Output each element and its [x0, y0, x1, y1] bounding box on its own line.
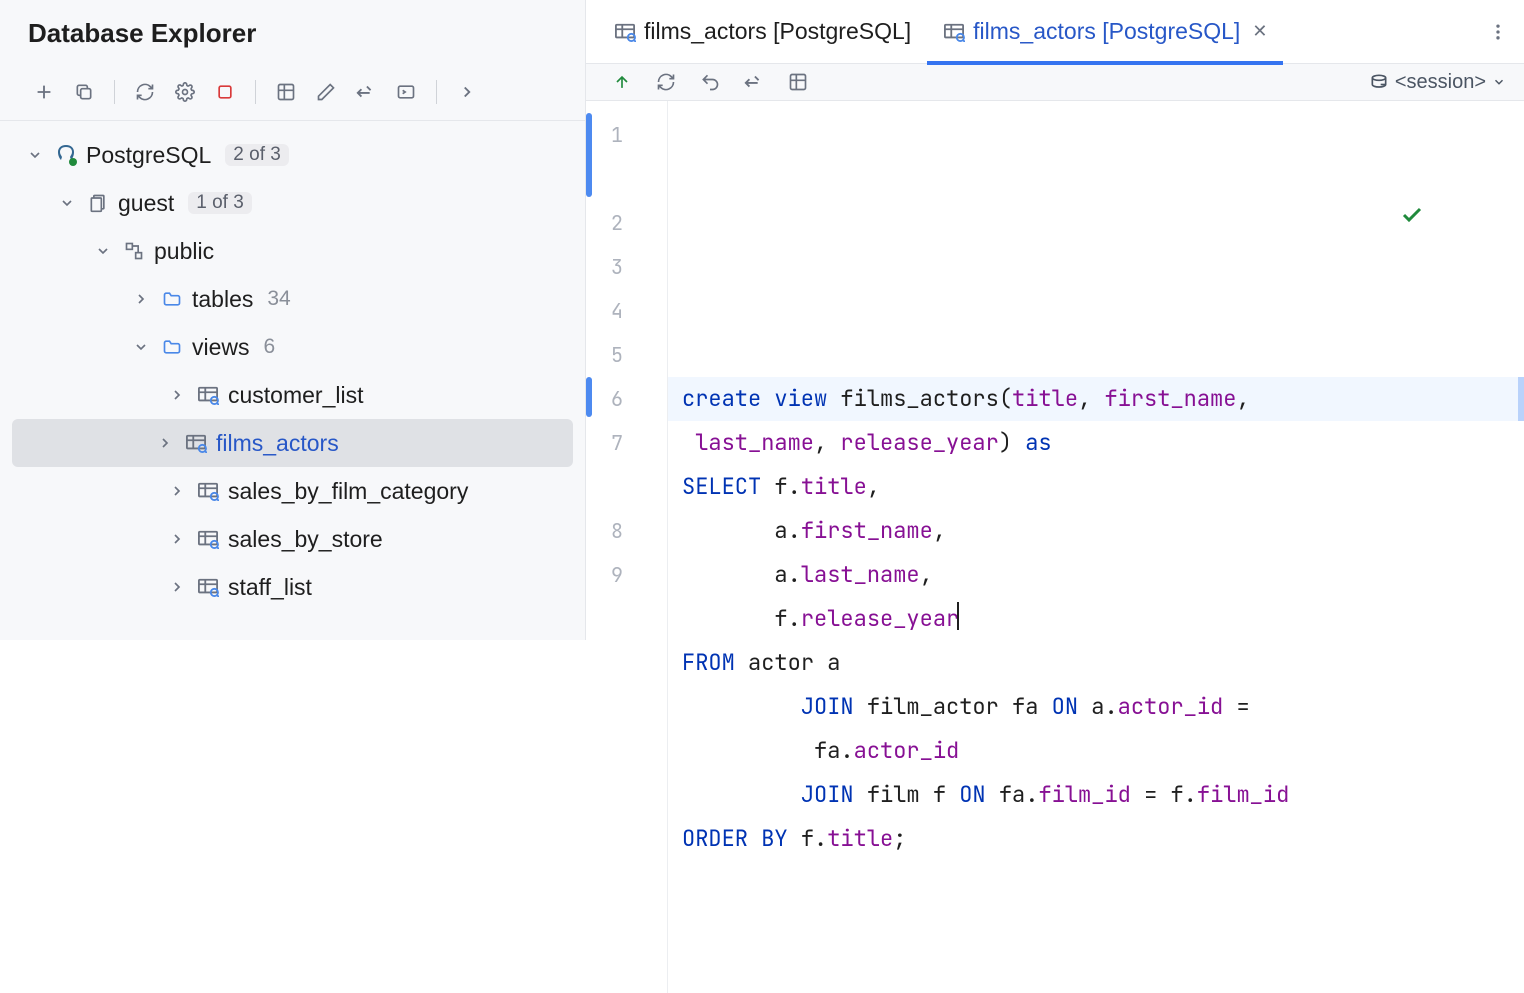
tab-films-actors-1[interactable]: films_actors [PostgreSQL] — [598, 0, 927, 64]
postgres-icon — [54, 143, 78, 167]
expand-button[interactable] — [449, 74, 485, 110]
panel-title: Database Explorer — [0, 0, 585, 63]
open-console-button[interactable] — [388, 74, 424, 110]
schema-node[interactable]: public — [0, 227, 585, 275]
more-tabs-button[interactable] — [1478, 12, 1518, 52]
view-icon — [184, 431, 208, 455]
count-text: 6 — [264, 335, 276, 359]
node-label: public — [154, 238, 214, 265]
chevron-down-icon[interactable] — [24, 147, 46, 163]
view-node-sales-by-store[interactable]: sales_by_store — [0, 515, 585, 563]
node-label: films_actors — [216, 430, 339, 457]
jump-to-console-button[interactable] — [348, 74, 384, 110]
refresh-button[interactable] — [648, 64, 684, 100]
view-node-films-actors[interactable]: films_actors — [12, 419, 573, 467]
tab-films-actors-2[interactable]: films_actors [PostgreSQL] ✕ — [927, 0, 1283, 64]
settings-button[interactable] — [167, 74, 203, 110]
gutter: 1 2 3 4 5 6 7 8 9 — [586, 101, 668, 993]
chevron-right-icon[interactable] — [154, 435, 176, 451]
separator — [255, 80, 256, 104]
session-label: <session> — [1395, 71, 1486, 94]
chevron-right-icon[interactable] — [166, 387, 188, 403]
line-number: 6 — [586, 377, 667, 421]
edit-button[interactable] — [308, 74, 344, 110]
node-label: sales_by_film_category — [228, 478, 468, 505]
chevron-right-icon[interactable] — [166, 531, 188, 547]
tab-label: films_actors [PostgreSQL] — [973, 18, 1240, 45]
view-icon — [196, 383, 220, 407]
chevron-right-icon[interactable] — [130, 291, 152, 307]
tables-folder-node[interactable]: tables 34 — [0, 275, 585, 323]
line-number: 5 — [586, 333, 667, 377]
editor-tabs: films_actors [PostgreSQL] films_actors [… — [586, 0, 1524, 64]
inspection-ok-icon[interactable] — [1400, 115, 1506, 315]
folder-icon — [160, 287, 184, 311]
count-badge: 1 of 3 — [188, 192, 252, 214]
code-content: create view films_actors(title, first_na… — [682, 333, 1524, 905]
folder-icon — [160, 335, 184, 359]
database-explorer-panel: Database Explorer — [0, 0, 586, 640]
tab-label: films_actors [PostgreSQL] — [644, 18, 911, 45]
line-number: 1 — [586, 113, 667, 201]
chevron-down-icon — [1492, 75, 1506, 89]
commit-button[interactable] — [604, 64, 640, 100]
views-folder-node[interactable]: views 6 — [0, 323, 585, 371]
line-number: 7 — [586, 421, 667, 509]
line-number: 8 — [586, 509, 667, 553]
node-label: sales_by_store — [228, 526, 383, 553]
datasource-node[interactable]: PostgreSQL 2 of 3 — [0, 131, 585, 179]
view-node-staff-list[interactable]: staff_list — [0, 563, 585, 611]
close-icon[interactable]: ✕ — [1252, 21, 1267, 42]
line-number: 4 — [586, 289, 667, 333]
explorer-toolbar — [0, 63, 585, 121]
view-icon — [943, 22, 965, 42]
rollback-button[interactable] — [692, 64, 728, 100]
node-label: views — [192, 334, 250, 361]
line-number: 2 — [586, 201, 667, 245]
separator — [436, 80, 437, 104]
view-node-sales-by-film-category[interactable]: sales_by_film_category — [0, 467, 585, 515]
editor-toolbar: <session> — [586, 64, 1524, 101]
separator — [114, 80, 115, 104]
session-selector[interactable]: <session> — [1369, 71, 1506, 94]
database-node[interactable]: guest 1 of 3 — [0, 179, 585, 227]
text-caret — [957, 602, 959, 630]
view-icon — [196, 527, 220, 551]
node-label: guest — [118, 190, 174, 217]
jump-button[interactable] — [736, 64, 772, 100]
refresh-button[interactable] — [127, 74, 163, 110]
node-label: staff_list — [228, 574, 312, 601]
view-icon — [196, 479, 220, 503]
code-editor[interactable]: 1 2 3 4 5 6 7 8 9 create view films_acto… — [586, 101, 1524, 993]
editor-panel: films_actors [PostgreSQL] films_actors [… — [586, 0, 1524, 640]
view-node-customer-list[interactable]: customer_list — [0, 371, 585, 419]
add-button[interactable] — [26, 74, 62, 110]
node-label: tables — [192, 286, 253, 313]
copy-button[interactable] — [66, 74, 102, 110]
view-icon — [614, 22, 636, 42]
line-number: 9 — [586, 553, 667, 597]
node-label: customer_list — [228, 382, 363, 409]
view-icon — [196, 575, 220, 599]
table-button[interactable] — [268, 74, 304, 110]
count-badge: 2 of 3 — [225, 144, 289, 166]
schema-icon — [122, 239, 146, 263]
count-text: 34 — [267, 287, 290, 311]
chevron-down-icon[interactable] — [92, 243, 114, 259]
chevron-down-icon[interactable] — [130, 339, 152, 355]
database-tree[interactable]: PostgreSQL 2 of 3 guest 1 of 3 public ta… — [0, 121, 585, 640]
database-icon — [86, 191, 110, 215]
chevron-right-icon[interactable] — [166, 483, 188, 499]
stop-button[interactable] — [207, 74, 243, 110]
code-area[interactable]: create view films_actors(title, first_na… — [668, 101, 1524, 993]
node-label: PostgreSQL — [86, 142, 211, 169]
table-view-button[interactable] — [780, 64, 816, 100]
line-number: 3 — [586, 245, 667, 289]
chevron-down-icon[interactable] — [56, 195, 78, 211]
chevron-right-icon[interactable] — [166, 579, 188, 595]
